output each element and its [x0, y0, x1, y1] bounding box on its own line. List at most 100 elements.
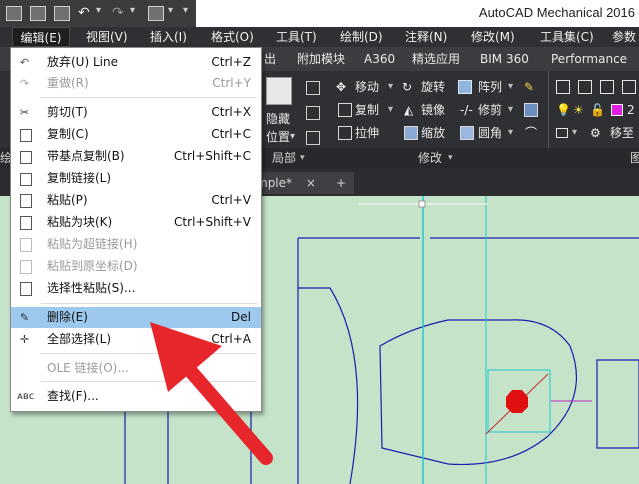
menu-item-erase[interactable]: ✎ 删除(E) Del	[11, 307, 261, 328]
tab-performance[interactable]: Performance	[551, 47, 627, 71]
stretch-button[interactable]: 拉伸	[355, 123, 379, 143]
dim-tool-icon[interactable]	[306, 81, 320, 95]
menu-item-copy-link[interactable]: 复制链接(L)	[11, 168, 261, 189]
menu-item-copy-with-base[interactable]: 带基点复制(B) Ctrl+Shift+C	[11, 146, 261, 167]
array-button[interactable]: 阵列	[478, 77, 502, 97]
drawing-rect	[596, 359, 639, 449]
menu-item-label: 全部选择(L)	[47, 332, 112, 346]
layer-state-icon[interactable]	[578, 80, 592, 94]
tab-bim360[interactable]: BIM 360	[480, 47, 529, 71]
rotate-button[interactable]: 旋转	[421, 77, 445, 97]
layer-tool-icon[interactable]	[306, 106, 320, 120]
print-icon[interactable]	[54, 6, 70, 21]
move-button[interactable]: 移动	[355, 77, 379, 97]
panel-local-dropdown-icon[interactable]: ▾	[300, 148, 305, 168]
panel-title-modify[interactable]: 修改	[418, 148, 442, 168]
hide-position-icon[interactable]	[266, 77, 292, 105]
menu-format[interactable]: 格式(O)	[211, 27, 254, 47]
undo-icon[interactable]: ↶	[78, 5, 90, 21]
new-tab-button[interactable]: +	[328, 172, 354, 194]
hide-label-2[interactable]: 位置	[266, 127, 290, 147]
hide-dropdown-icon[interactable]: ▾	[290, 127, 295, 147]
copy-dropdown-icon[interactable]: ▾	[388, 100, 393, 120]
copy-icon	[20, 129, 32, 142]
panel-title-local[interactable]: 局部	[272, 148, 296, 168]
match-properties-icon[interactable]: ✎	[524, 77, 534, 97]
explode-icon[interactable]	[524, 103, 538, 117]
undo-dropdown-icon[interactable]: ▾	[96, 5, 101, 16]
menu-separator	[41, 381, 257, 382]
trim-dropdown-icon[interactable]: ▾	[508, 100, 513, 120]
menu-separator	[41, 303, 257, 304]
menu-item-paste-special[interactable]: 选择性粘贴(S)...	[11, 278, 261, 299]
menu-modify[interactable]: 修改(M)	[471, 27, 515, 47]
menu-edit[interactable]: 编辑(E)	[12, 27, 70, 47]
close-icon[interactable]: ×	[306, 176, 316, 190]
offset-icon[interactable]: ⌒	[525, 123, 537, 143]
layer-freeze-icon[interactable]	[622, 80, 636, 94]
redo-dropdown-icon[interactable]: ▾	[130, 5, 135, 16]
menu-view[interactable]: 视图(V)	[86, 27, 128, 47]
menu-annotate[interactable]: 注释(N)	[405, 27, 447, 47]
tab-addins[interactable]: 附加模块	[297, 47, 345, 71]
move-to-layer-button[interactable]: 移至	[610, 123, 634, 143]
menu-item-find[interactable]: ᴀʙᴄ 查找(F)...	[11, 386, 261, 407]
menu-item-label: 剪切(T)	[47, 105, 88, 119]
panel-title-layer[interactable]: 图	[630, 148, 639, 168]
block-tool-icon[interactable]	[306, 131, 320, 145]
trim-button[interactable]: 修剪	[478, 100, 502, 120]
paste-special-icon	[20, 282, 32, 296]
hide-label-1[interactable]: 隐藏	[266, 109, 290, 129]
layer-isolate-icon[interactable]	[600, 80, 614, 94]
menu-params[interactable]: 参数	[612, 27, 636, 47]
fillet-button[interactable]: 圆角	[478, 123, 502, 143]
grip-point	[418, 200, 426, 208]
panel-modify-dropdown-icon[interactable]: ▾	[448, 148, 453, 168]
customize-qat-icon[interactable]: ▾	[183, 5, 188, 16]
layer-dropdown-icon[interactable]: ▾	[572, 123, 577, 143]
menu-item-shortcut: Ctrl+A	[211, 332, 251, 346]
copy-button[interactable]: 复制	[355, 100, 379, 120]
lightbulb-icon[interactable]: 💡	[556, 100, 571, 120]
save-icon[interactable]	[30, 6, 46, 21]
tab-featured-apps[interactable]: 精选应用	[412, 47, 460, 71]
title-bar: ↶ ▾ ↷ ▾ ▾ ▾ AutoCAD Mechanical 2016	[0, 0, 639, 28]
layer-name[interactable]: 2	[627, 100, 635, 120]
paste-hyperlink-icon	[20, 238, 32, 252]
mirror-button[interactable]: 镜像	[421, 100, 445, 120]
array-dropdown-icon[interactable]: ▾	[508, 77, 513, 97]
menu-item-cut[interactable]: ✂ 剪切(T) Ctrl+X	[11, 102, 261, 123]
workspace-dropdown-icon[interactable]: ▾	[168, 5, 173, 16]
doc-tab-active[interactable]: mple* ×	[250, 172, 332, 194]
move-dropdown-icon[interactable]: ▾	[388, 77, 393, 97]
lock-icon[interactable]: 🔓	[590, 100, 605, 120]
open-file-icon[interactable]	[6, 6, 22, 21]
layer-properties-icon[interactable]	[556, 80, 570, 94]
layer-box-icon[interactable]	[556, 128, 568, 138]
menu-item-paste[interactable]: 粘贴(P) Ctrl+V	[11, 190, 261, 211]
tab-a360[interactable]: A360	[364, 47, 395, 71]
menu-bar: 编辑(E) 视图(V) 插入(I) 格式(O) 工具(T) 绘制(D) 注释(N…	[0, 27, 639, 47]
menu-draw[interactable]: 绘制(D)	[340, 27, 383, 47]
undo-icon: ↶	[19, 56, 30, 69]
sun-icon[interactable]: ☀	[573, 100, 584, 120]
menu-item-shortcut: Ctrl+Y	[212, 76, 251, 90]
layer-color-swatch[interactable]	[611, 104, 623, 116]
menu-item-ole-links: OLE 链接(O)...	[11, 358, 261, 379]
menu-item-select-all[interactable]: ✛ 全部选择(L) Ctrl+A	[11, 329, 261, 350]
menu-item-undo[interactable]: ↶ 放弃(U) Line Ctrl+Z	[11, 52, 261, 73]
redo-icon[interactable]: ↷	[112, 5, 124, 21]
fillet-dropdown-icon[interactable]: ▾	[508, 123, 513, 143]
menu-item-copy[interactable]: 复制(C) Ctrl+C	[11, 124, 261, 145]
scale-button[interactable]: 缩放	[421, 123, 445, 143]
cam-profile	[379, 319, 577, 466]
menu-toolsets[interactable]: 工具集(C)	[540, 27, 594, 47]
menu-tools[interactable]: 工具(T)	[276, 27, 317, 47]
copy-tool-icon	[338, 103, 352, 117]
menu-insert[interactable]: 插入(I)	[150, 27, 187, 47]
panel-divider	[548, 71, 549, 148]
workspace-icon[interactable]	[148, 6, 164, 21]
edit-menu-dropdown: ↶ 放弃(U) Line Ctrl+Z ↷ 重做(R) Ctrl+Y ✂ 剪切(…	[10, 47, 262, 412]
menu-item-paste-as-block[interactable]: 粘贴为块(K) Ctrl+Shift+V	[11, 212, 261, 233]
tab-output[interactable]: 出	[264, 47, 276, 71]
